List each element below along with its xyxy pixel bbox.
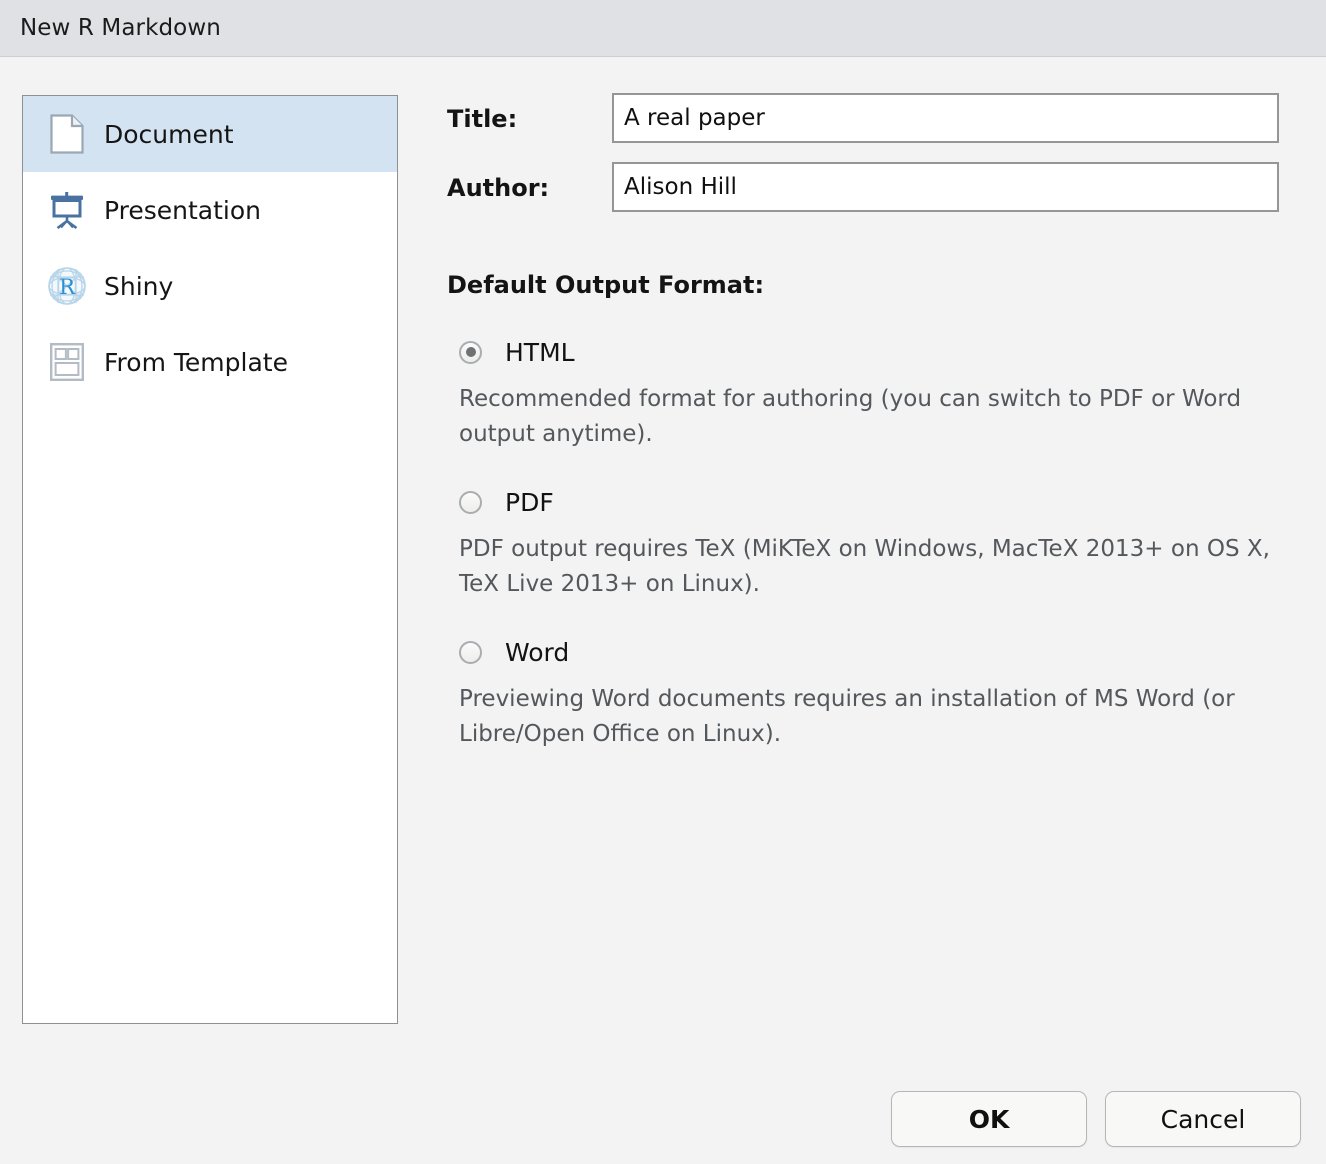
- output-option-word[interactable]: Word Previewing Word documents requires …: [459, 635, 1289, 752]
- window-title: New R Markdown: [20, 15, 221, 41]
- default-output-format-heading: Default Output Format:: [447, 271, 765, 299]
- radio-line-html[interactable]: HTML: [459, 335, 1289, 369]
- radio-line-word[interactable]: Word: [459, 635, 1289, 669]
- title-label: Title:: [447, 105, 518, 133]
- sidebar-item-label: From Template: [104, 347, 288, 377]
- radio-description-html: Recommended format for authoring (you ca…: [459, 386, 1242, 447]
- sidebar-item-label: Document: [104, 119, 234, 149]
- cancel-button[interactable]: Cancel: [1105, 1091, 1301, 1147]
- radio-line-pdf[interactable]: PDF: [459, 485, 1289, 519]
- svg-text:R: R: [59, 275, 76, 299]
- sidebar-item-label: Shiny: [104, 271, 174, 301]
- output-option-html[interactable]: HTML Recommended format for authoring (y…: [459, 335, 1289, 452]
- sidebar-item-shiny[interactable]: R Shiny: [23, 248, 397, 324]
- author-input[interactable]: [612, 162, 1279, 212]
- radio-label-word: Word: [505, 637, 570, 667]
- sidebar-item-from-template[interactable]: From Template: [23, 324, 397, 400]
- sidebar-item-presentation[interactable]: Presentation: [23, 172, 397, 248]
- sidebar-item-document[interactable]: Document: [23, 96, 397, 172]
- presentation-screen-icon: [47, 190, 87, 230]
- window-titlebar: New R Markdown: [0, 0, 1326, 57]
- template-layout-icon: [47, 342, 87, 382]
- sidebar-item-label: Presentation: [104, 195, 262, 225]
- template-type-list[interactable]: Document Presentation R Shiny From Templ…: [22, 95, 398, 1024]
- radio-description-word: Previewing Word documents requires an in…: [459, 686, 1235, 747]
- output-option-pdf[interactable]: PDF PDF output requires TeX (MiKTeX on W…: [459, 485, 1289, 602]
- title-row: Title:: [447, 105, 517, 133]
- author-row: Author:: [447, 174, 549, 202]
- r-shiny-globe-icon: R: [47, 266, 87, 306]
- radio-description-pdf: PDF output requires TeX (MiKTeX on Windo…: [459, 536, 1270, 597]
- radio-label-html: HTML: [505, 337, 575, 367]
- ok-button[interactable]: OK: [891, 1091, 1087, 1147]
- radio-word[interactable]: [459, 640, 482, 664]
- radio-pdf[interactable]: [459, 490, 482, 514]
- author-label: Author:: [447, 174, 550, 202]
- dialog-body: Document Presentation R Shiny From Templ…: [0, 57, 1326, 1164]
- radio-html[interactable]: [459, 340, 482, 364]
- output-format-radio-group[interactable]: HTML Recommended format for authoring (y…: [459, 335, 1289, 752]
- title-input[interactable]: [612, 93, 1279, 143]
- radio-label-pdf: PDF: [505, 487, 554, 517]
- document-page-icon: [47, 114, 87, 154]
